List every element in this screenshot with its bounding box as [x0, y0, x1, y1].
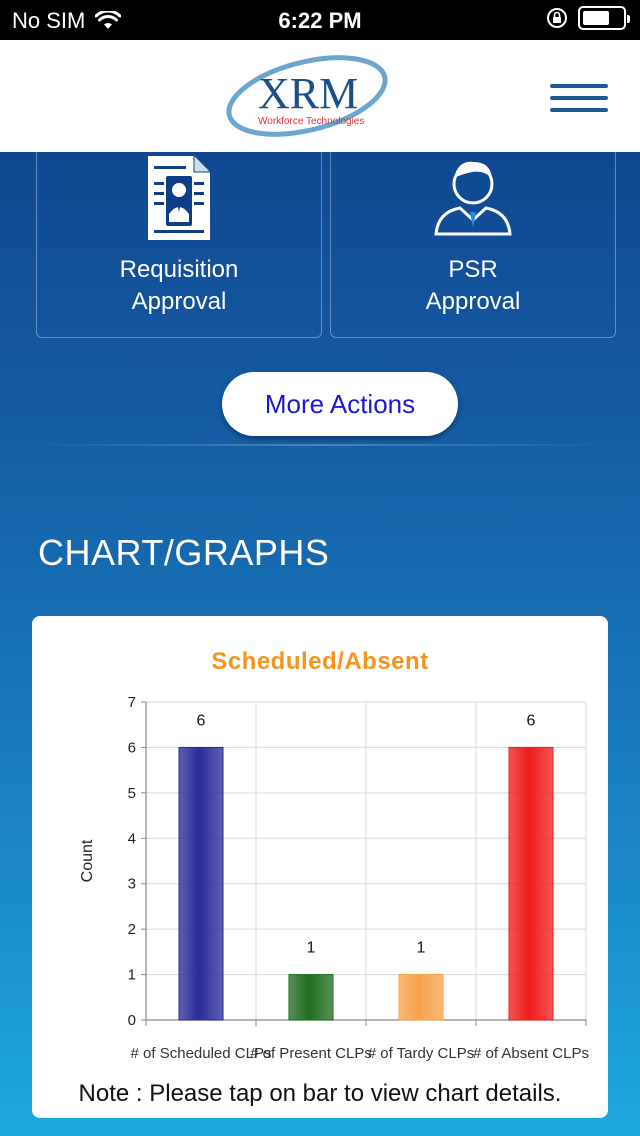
bar-4[interactable] [508, 746, 554, 1021]
bar-chart: 01234567Count6# of Scheduled CLPs1# of P… [79, 694, 589, 1062]
y-tick-label: 5 [128, 785, 136, 802]
bar-2[interactable] [288, 974, 334, 1021]
y-tick-label: 6 [128, 739, 136, 756]
app-header: XRM Workforce Technologies [0, 40, 640, 152]
y-tick-label: 4 [128, 830, 136, 847]
hamburger-menu-icon[interactable] [550, 84, 608, 114]
logo-subtext: Workforce Technologies [258, 116, 364, 127]
logo-text: XRM [258, 69, 358, 118]
y-tick-label: 1 [128, 967, 136, 984]
requisition-approval-tile[interactable]: Requisition Approval [36, 150, 322, 338]
section-title: CHART/GRAPHS [38, 532, 330, 573]
bar-data-label: 6 [197, 712, 206, 729]
chart-card: Scheduled/Absent 0 1 2 3 4 5 6 7 Count 6 # of Sche… [32, 616, 608, 1118]
psr-icon [434, 161, 512, 236]
battery-icon [578, 6, 630, 30]
tile-label-line1: PSR [448, 256, 498, 283]
more-actions-button[interactable]: More Actions [222, 372, 458, 436]
tile-label-line1: Requisition [119, 256, 239, 283]
bar-data-label: 6 [527, 712, 536, 729]
divider [30, 444, 610, 446]
y-tick-label: 0 [128, 1012, 136, 1029]
requisition-approval-label: Requisition Approval [37, 254, 321, 318]
category-label: # of Present CLPs [250, 1045, 372, 1062]
rotation-lock-icon [547, 8, 567, 28]
status-time: 6:22 PM [278, 8, 362, 33]
status-bar: No SIM 6:22 PM [0, 0, 640, 40]
requisition-icon [148, 156, 210, 240]
xrm-logo[interactable]: XRM Workforce Technologies [222, 52, 392, 140]
y-tick-label: 3 [128, 876, 136, 893]
bar-1[interactable] [178, 746, 224, 1021]
y-axis-label: Count [79, 839, 96, 882]
bar-3[interactable] [398, 974, 444, 1021]
tile-label-line2: Approval [425, 288, 521, 315]
category-label: # of Absent CLPs [473, 1045, 589, 1062]
bar-data-label: 1 [307, 940, 316, 957]
category-label: # of Tardy CLPs [368, 1045, 474, 1062]
psr-approval-tile[interactable]: PSR Approval [330, 150, 616, 338]
tile-label-line2: Approval [131, 288, 227, 315]
y-tick-label: 7 [128, 694, 136, 711]
psr-approval-label: PSR Approval [331, 254, 615, 318]
status-right [546, 6, 630, 30]
y-tick-label: 2 [128, 921, 136, 938]
bar-data-label: 1 [417, 940, 426, 957]
chart-note: Note : Please tap on bar to view chart d… [78, 1080, 562, 1107]
